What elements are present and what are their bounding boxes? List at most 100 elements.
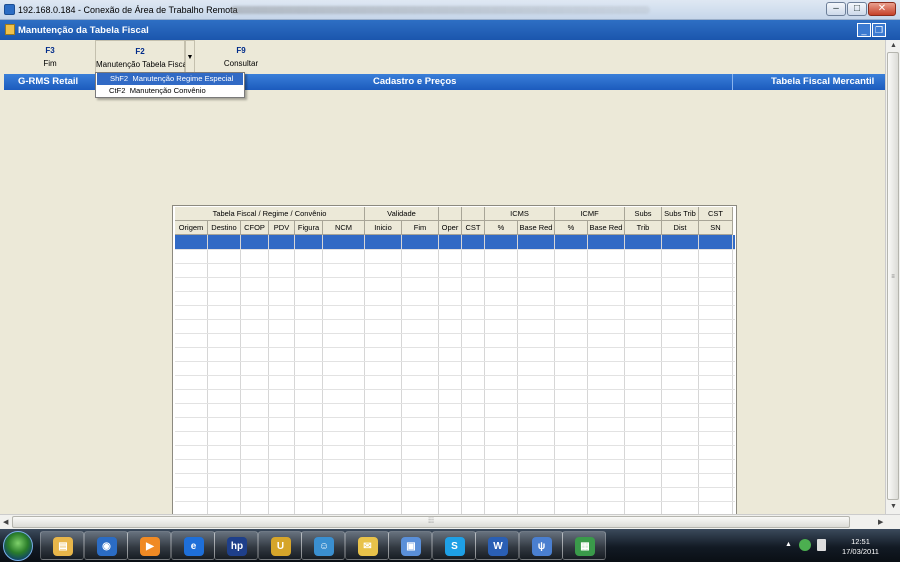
- menu-item-convenio[interactable]: CtF2 Manutenção Convênio: [96, 85, 244, 97]
- column-header[interactable]: Destino: [208, 221, 241, 235]
- table-row[interactable]: [175, 347, 735, 348]
- internet-explorer-icon: e: [183, 537, 204, 556]
- column-header[interactable]: SN: [699, 221, 733, 235]
- column-group-header: Subs: [625, 207, 662, 221]
- taskbar-internet-explorer-button[interactable]: e: [170, 531, 215, 560]
- selected-row[interactable]: [175, 235, 735, 249]
- column-header[interactable]: NCM: [323, 221, 365, 235]
- column-header[interactable]: Inicio: [365, 221, 402, 235]
- column-group-header: [439, 207, 462, 221]
- taskbar-media-player-button[interactable]: ◉: [83, 531, 128, 560]
- rdp-title-bar[interactable]: 192.168.0.184 - Conexão de Área de Traba…: [0, 0, 900, 20]
- skype-icon: S: [444, 537, 465, 556]
- taskbar-media-center-button[interactable]: ▶: [127, 531, 171, 560]
- horizontal-scroll-thumb[interactable]: ⁞⁞⁞: [12, 516, 850, 528]
- f2-key: F2: [135, 47, 145, 56]
- menu-item-regime-especial[interactable]: ShF2 Manutenção Regime Especial: [97, 73, 243, 85]
- column-header[interactable]: Dist: [662, 221, 699, 235]
- table-row[interactable]: [175, 431, 735, 432]
- main-panel: F3 Fim F2 Manutenção Tabela Fiscal ▼ F9 …: [0, 40, 885, 517]
- minimize-button[interactable]: –: [826, 2, 846, 16]
- f2-manutencao-button[interactable]: F2 Manutenção Tabela Fiscal: [95, 40, 189, 74]
- scroll-left-icon[interactable]: ◀: [3, 518, 8, 526]
- taskbar-app-button[interactable]: ▦: [562, 531, 606, 560]
- taskbar-explorer-button[interactable]: ▤: [40, 531, 84, 560]
- app-icon: [5, 24, 15, 35]
- column-header[interactable]: Base Red: [588, 221, 625, 235]
- table-row[interactable]: [175, 459, 735, 460]
- scroll-right-icon[interactable]: ▶: [878, 518, 883, 526]
- remote-desktop-icon: ▣: [401, 537, 421, 556]
- taskbar-skype-button[interactable]: S: [431, 531, 476, 560]
- maximize-button[interactable]: □: [847, 2, 867, 16]
- table-row[interactable]: [175, 291, 735, 292]
- column-group-header: Tabela Fiscal / Regime / Convênio: [175, 207, 365, 221]
- column-header[interactable]: CFOP: [241, 221, 269, 235]
- vertical-scrollbar[interactable]: ▲ ≡ ▼: [885, 40, 900, 514]
- table-row[interactable]: [175, 361, 735, 362]
- fiscal-table-grid[interactable]: Tabela Fiscal / Regime / Convênio Validad…: [172, 205, 737, 517]
- table-row[interactable]: [175, 403, 735, 404]
- column-header[interactable]: Fim: [402, 221, 439, 235]
- f9-label: Consultar: [223, 59, 259, 68]
- column-group-header: ICMS: [485, 207, 555, 221]
- chevron-down-icon[interactable]: ▼: [185, 40, 195, 74]
- table-row[interactable]: [175, 263, 735, 264]
- tray-arrow-icon[interactable]: ▲: [785, 541, 792, 548]
- blurred-title-text: [230, 6, 650, 14]
- table-row[interactable]: [175, 333, 735, 334]
- mail-icon: ✉: [357, 537, 378, 556]
- taskbar-people-button[interactable]: ☺: [301, 531, 345, 560]
- volume-icon[interactable]: [817, 539, 826, 551]
- clock-date: 17/03/2011: [842, 547, 879, 556]
- network-icon[interactable]: [799, 539, 811, 551]
- table-row[interactable]: [175, 305, 735, 306]
- table-row[interactable]: [175, 249, 735, 250]
- column-group-header: CST: [699, 207, 733, 221]
- table-row[interactable]: [175, 473, 735, 474]
- taskbar-mail-button[interactable]: ✉: [344, 531, 389, 560]
- scroll-down-icon[interactable]: ▼: [890, 503, 897, 510]
- table-row[interactable]: [175, 319, 735, 320]
- table-row[interactable]: [175, 501, 735, 502]
- app-title: Manutenção da Tabela Fiscal: [18, 25, 149, 36]
- column-header[interactable]: Origem: [175, 221, 208, 235]
- table-row[interactable]: [175, 277, 735, 278]
- clock[interactable]: 12:51 17/03/2011: [842, 537, 879, 557]
- taskbar-remote-desktop-button[interactable]: ▣: [388, 531, 432, 560]
- column-header[interactable]: Figura: [295, 221, 323, 235]
- table-row[interactable]: [175, 389, 735, 390]
- taskbar-util-button[interactable]: U: [257, 531, 302, 560]
- column-header[interactable]: %: [555, 221, 588, 235]
- taskbar-word-button[interactable]: W: [475, 531, 519, 560]
- app-minimize-button[interactable]: _: [857, 23, 871, 37]
- table-row[interactable]: [175, 417, 735, 418]
- menu-shortcut: ShF2: [110, 74, 129, 83]
- f3-fim-button[interactable]: F3 Fim: [28, 46, 72, 68]
- column-header[interactable]: Oper: [439, 221, 462, 235]
- taskbar: ▤ ◉ ▶ e hp U ☺ ✉ ▣ S Wψ ▦ ▲ 12:51 17/03/2011: [0, 529, 900, 562]
- table-row[interactable]: [175, 487, 735, 488]
- scroll-up-icon[interactable]: ▲: [890, 42, 897, 49]
- taskbar-hp-button[interactable]: hp: [214, 531, 258, 560]
- taskbar-tool-button[interactable]: ψ: [518, 531, 563, 560]
- column-header[interactable]: Base Red: [518, 221, 555, 235]
- menu-label: Manutenção Regime Especial: [132, 74, 234, 83]
- f9-consultar-button[interactable]: F9 Consultar: [215, 46, 267, 68]
- menu-shortcut: CtF2: [109, 86, 126, 95]
- column-header[interactable]: Trib: [625, 221, 662, 235]
- horizontal-scrollbar[interactable]: ◀ ⁞⁞⁞ ▶: [0, 514, 900, 529]
- vertical-scroll-thumb[interactable]: ≡: [887, 52, 899, 500]
- column-header[interactable]: %: [485, 221, 518, 235]
- start-button[interactable]: [3, 531, 33, 561]
- app-restore-button[interactable]: ❐: [872, 23, 886, 37]
- column-header[interactable]: PDV: [269, 221, 295, 235]
- app-icon: ▦: [575, 537, 595, 556]
- table-row[interactable]: [175, 375, 735, 376]
- system-tray: ▲ 12:51 17/03/2011: [785, 533, 895, 559]
- table-row[interactable]: [175, 445, 735, 446]
- column-header[interactable]: CST: [462, 221, 485, 235]
- app-title-bar[interactable]: Manutenção da Tabela Fiscal _ ❐: [0, 20, 900, 40]
- menu-label: Manutenção Convênio: [129, 86, 206, 95]
- close-button[interactable]: ✕: [868, 2, 896, 16]
